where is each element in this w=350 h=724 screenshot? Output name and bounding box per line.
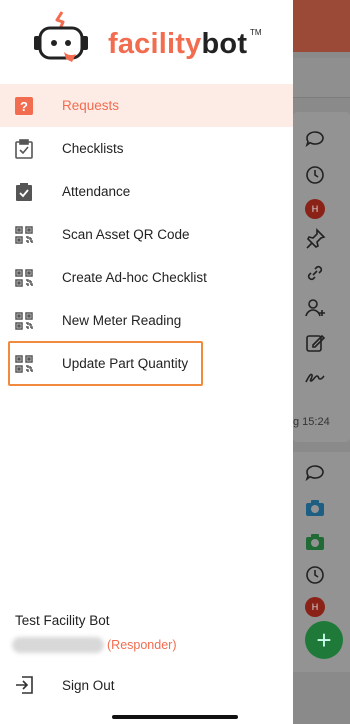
avatar: H <box>305 199 325 219</box>
user-role: (Responder) <box>107 638 177 652</box>
sign-out-label: Sign Out <box>62 677 115 693</box>
svg-text:?: ? <box>20 99 28 114</box>
brand-wordmark: facilitybot <box>108 28 248 60</box>
add-button: + <box>305 621 343 659</box>
menu-item-label: Scan Asset QR Code <box>62 227 190 242</box>
menu-item-label: Attendance <box>62 184 131 199</box>
history-icon <box>302 162 328 188</box>
clipboard-check-icon <box>14 138 34 159</box>
menu-item-attendance[interactable]: Attendance <box>0 170 293 213</box>
camera-icon <box>302 529 328 555</box>
background-search-bar <box>293 58 350 98</box>
menu-item-create-ad-hoc-checklist[interactable]: Create Ad-hoc Checklist <box>0 256 293 299</box>
chat-icon <box>302 126 328 152</box>
background-header <box>293 0 350 52</box>
menu-item-new-meter-reading[interactable]: New Meter Reading <box>0 299 293 342</box>
menu-item-label: New Meter Reading <box>62 313 182 328</box>
link-icon <box>302 260 328 286</box>
menu-item-requests[interactable]: ? Requests <box>0 84 293 127</box>
qr-code-icon <box>14 268 34 288</box>
qr-code-icon <box>14 311 34 331</box>
history-icon <box>302 562 328 588</box>
robot-logo-icon <box>34 11 88 62</box>
user-email-redacted <box>12 637 104 653</box>
menu-item-label: Checklists <box>62 141 124 156</box>
menu-item-scan-asset-qr-code[interactable]: Scan Asset QR Code <box>0 213 293 256</box>
navigation-drawer: facilitybot TM ? Requests Checklists Att… <box>0 0 293 724</box>
add-user-icon <box>302 295 328 321</box>
trademark-mark: TM <box>250 28 262 37</box>
sign-out-button[interactable]: Sign Out <box>0 665 293 705</box>
qr-code-icon <box>14 225 34 245</box>
menu-item-label: Create Ad-hoc Checklist <box>62 270 207 285</box>
home-indicator <box>112 715 238 719</box>
question-icon: ? <box>14 96 34 116</box>
background-timestamp: g 15:24 <box>293 416 330 428</box>
pin-icon <box>302 226 328 252</box>
menu-item-checklists[interactable]: Checklists <box>0 127 293 170</box>
menu-item-label: Requests <box>62 98 120 113</box>
user-name: Test Facility Bot <box>15 613 110 628</box>
brand-header: facilitybot TM <box>0 0 293 80</box>
clipboard-filled-check-icon <box>14 182 34 202</box>
camera-icon <box>302 495 328 521</box>
highlight-box <box>8 341 203 386</box>
chat-icon <box>302 460 328 486</box>
signature-icon <box>302 364 328 390</box>
avatar: H <box>305 597 325 617</box>
edit-icon <box>302 330 328 356</box>
sign-out-icon <box>14 675 34 695</box>
